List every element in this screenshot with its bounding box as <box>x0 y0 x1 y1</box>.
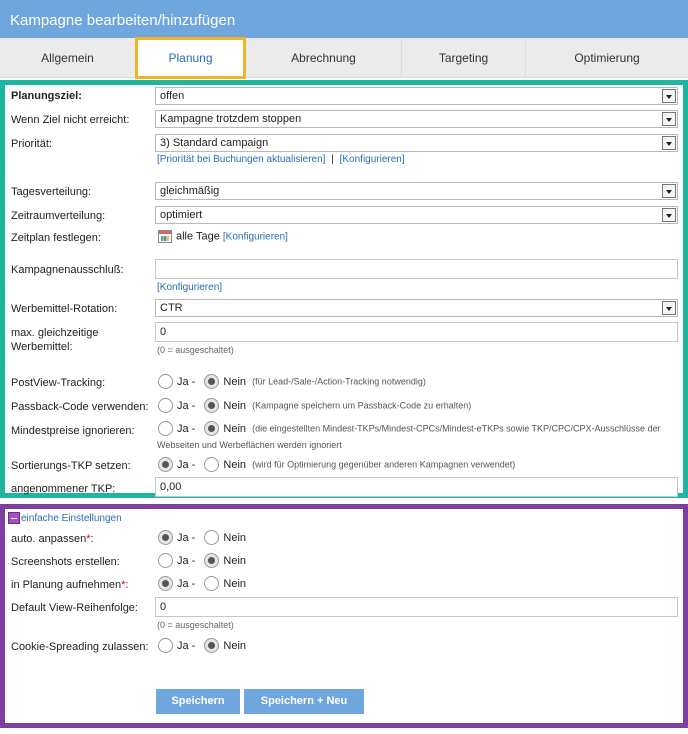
tab-abrechnung[interactable]: Abrechnung <box>246 40 402 77</box>
mindestpreise-ja-radio[interactable] <box>158 421 173 436</box>
cookie-ja-radio[interactable] <box>158 638 173 653</box>
auto-anpassen-radios: Ja - Nein <box>158 530 252 545</box>
save-new-button[interactable]: Speichern + Neu <box>244 689 364 714</box>
simple-settings-toggle[interactable]: einfache Einstellungen <box>21 513 122 524</box>
cookie-nein-radio[interactable] <box>204 638 220 653</box>
planungsziel-select[interactable]: offen <box>155 87 678 105</box>
passback-nein-radio[interactable] <box>204 398 220 413</box>
passback-label: Passback-Code verwenden: <box>11 401 149 413</box>
mindestpreise-nein-radio[interactable] <box>204 421 220 436</box>
sortierung-nein-radio[interactable] <box>204 457 220 472</box>
chevron-down-icon <box>662 89 676 103</box>
ziel-nicht-erreicht-select[interactable]: Kampagne trotzdem stoppen <box>155 110 678 128</box>
tkp-input[interactable]: 0,00 <box>155 477 678 497</box>
calendar-icon[interactable] <box>158 230 172 243</box>
kampagnenausschluss-input[interactable] <box>155 259 678 279</box>
passback-radios: Ja - Nein (Kampagne speichern um Passbac… <box>158 398 471 413</box>
sortierung-ja-radio[interactable] <box>158 457 173 472</box>
cookie-spreading-label: Cookie-Spreading zulassen: <box>11 641 149 653</box>
screenshots-nein-radio[interactable] <box>204 553 220 568</box>
sortierung-label: Sortierungs-TKP setzen: <box>11 460 131 472</box>
max-werbemittel-hint: (0 = ausgeschaltet) <box>157 345 234 355</box>
auto-anpassen-label: auto. anpassen*: <box>11 533 94 545</box>
postview-ja-radio[interactable] <box>158 374 173 389</box>
planungsziel-label: Planungsziel: <box>11 90 82 102</box>
screenshots-radios: Ja - Nein <box>158 553 252 568</box>
tab-targeting[interactable]: Targeting <box>402 40 526 77</box>
mindestpreise-note-2: Webseiten und Werbeflächen werden ignori… <box>157 440 342 450</box>
prioritaet-label: Priorität: <box>11 138 52 150</box>
mindestpreise-note: (die eingestellten Mindest-TKPs/Mindest-… <box>252 423 661 434</box>
postview-label: PostView-Tracking: <box>11 377 106 389</box>
prioritaet-links: [Priorität bei Buchungen aktualisieren] … <box>157 154 405 165</box>
auto-nein-radio[interactable] <box>204 530 220 545</box>
tkp-label: angenommener TKP: <box>11 483 116 495</box>
cookie-spreading-radios: Ja - Nein <box>158 638 252 653</box>
auto-ja-radio[interactable] <box>158 530 173 545</box>
link-separator: | <box>331 154 334 165</box>
chevron-down-icon <box>662 136 676 150</box>
tab-bar: Allgemein Planung Abrechnung Targeting O… <box>0 37 688 79</box>
sortierung-note: (wird für Optimierung gegenüber anderen … <box>252 459 516 470</box>
zeitplan-config-link[interactable]: [Konfigurieren] <box>223 231 288 242</box>
prioritaet-config-link[interactable]: [Konfigurieren] <box>340 154 405 165</box>
postview-nein-radio[interactable] <box>204 374 220 389</box>
kampagnenausschluss-label: Kampagnenausschluß: <box>11 264 124 276</box>
rotation-label: Werbemittel-Rotation: <box>11 303 118 315</box>
zeitraumverteilung-label: Zeitraumverteilung: <box>11 210 106 222</box>
max-werbemittel-label: max. gleichzeitige Werbemittel: <box>11 327 99 353</box>
max-werbemittel-input[interactable]: 0 <box>155 322 678 342</box>
tab-planung[interactable]: Planung <box>135 37 246 79</box>
default-view-hint: (0 = ausgeschaltet) <box>157 620 234 630</box>
save-button[interactable]: Speichern <box>156 689 240 714</box>
zeitraumverteilung-select[interactable]: optimiert <box>155 206 678 224</box>
zeitplan-label: Zeitplan festlegen: <box>11 232 101 244</box>
window-title: Kampagne bearbeiten/hinzufügen <box>0 0 688 38</box>
rotation-select[interactable]: CTR <box>155 299 678 317</box>
tab-optimierung[interactable]: Optimierung <box>526 40 688 77</box>
chevron-down-icon <box>662 208 676 222</box>
tagesverteilung-label: Tagesverteilung: <box>11 186 92 198</box>
screenshots-ja-radio[interactable] <box>158 553 173 568</box>
default-view-label: Default View-Reihenfolge: <box>11 602 138 614</box>
tagesverteilung-select[interactable]: gleichmäßig <box>155 182 678 200</box>
chevron-down-icon <box>662 112 676 126</box>
prioritaet-update-link[interactable]: [Priorität bei Buchungen aktualisieren] <box>157 154 325 165</box>
postview-radios: Ja - Nein (für Lead-/Sale-/Action-Tracki… <box>158 374 426 389</box>
postview-note: (für Lead-/Sale-/Action-Tracking notwend… <box>252 376 426 387</box>
default-view-input[interactable]: 0 <box>155 597 678 617</box>
kampagnenausschluss-config-link[interactable]: [Konfigurieren] <box>157 282 222 293</box>
in-planung-radios: Ja - Nein <box>158 576 252 591</box>
prioritaet-select[interactable]: 3) Standard campaign <box>155 134 678 152</box>
passback-ja-radio[interactable] <box>158 398 173 413</box>
zeitplan-value: alle Tage [Konfigurieren] <box>158 230 288 243</box>
tab-allgemein[interactable]: Allgemein <box>0 40 136 77</box>
planung-ja-radio[interactable] <box>158 576 173 591</box>
chevron-down-icon <box>662 301 676 315</box>
screenshots-label: Screenshots erstellen: <box>11 556 120 568</box>
chevron-down-icon <box>662 184 676 198</box>
zeitplan-text: alle Tage <box>176 230 220 243</box>
in-planung-label: in Planung aufnehmen*: <box>11 579 129 591</box>
planung-nein-radio[interactable] <box>204 576 220 591</box>
mindestpreise-label: Mindestpreise ignorieren: <box>11 425 135 437</box>
mindestpreise-radios: Ja - Nein (die eingestellten Mindest-TKP… <box>158 421 678 436</box>
passback-note: (Kampagne speichern um Passback-Code zu … <box>252 400 472 411</box>
collapse-icon[interactable] <box>8 512 20 524</box>
ziel-nicht-erreicht-label: Wenn Ziel nicht erreicht: <box>11 114 130 126</box>
sortierung-radios: Ja - Nein (wird für Optimierung gegenübe… <box>158 457 515 472</box>
